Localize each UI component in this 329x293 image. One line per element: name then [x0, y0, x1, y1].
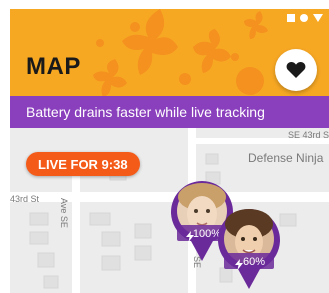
page-title: MAP	[26, 53, 81, 80]
member-2-battery: 60%	[242, 256, 266, 268]
live-tracking-badge: LIVE FOR 9:38	[26, 152, 140, 176]
favorites-button[interactable]	[275, 49, 317, 91]
poi-label[interactable]: Defense Ninja	[248, 151, 323, 165]
pin-2-marker	[218, 209, 280, 289]
live-tracking-text: LIVE FOR 9:38	[38, 156, 128, 172]
triangle-icon	[313, 14, 323, 22]
banner-text: Battery drains faster while live trackin…	[26, 104, 265, 120]
app-header: MAP	[10, 9, 329, 96]
square-icon	[287, 14, 295, 22]
status-bar	[287, 14, 323, 22]
street-label-43rd: 43rd St	[10, 194, 40, 204]
app-screen: MAP Battery drains faster while live tra…	[10, 9, 329, 293]
battery-warning-banner: Battery drains faster while live trackin…	[10, 96, 329, 128]
street-label-corner: SE 43rd St	[288, 130, 329, 140]
heart-icon	[286, 62, 306, 78]
circle-icon	[300, 14, 308, 22]
street-label-ave-se: Ave SE	[59, 198, 69, 228]
member-pin-2[interactable]: 60%	[217, 209, 281, 291]
